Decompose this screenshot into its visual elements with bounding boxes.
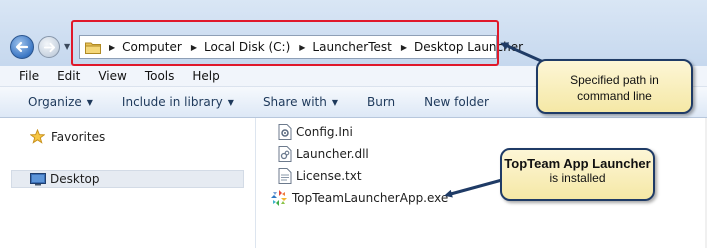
explorer-window: ▼ ▶ Computer ▶ Local Disk (C:) ▶ Launche… [0,0,707,248]
callout-launcher-line1: TopTeam App Launcher [504,156,651,171]
callout-path-line2: command line [577,89,652,103]
callout-arrows [444,42,549,198]
callout-path-line1: Specified path in [570,73,659,87]
callout-specified-path: Specified path in command line [536,59,693,114]
callout-launcher-line2: is installed [549,171,606,185]
arrow-to-launcher-exe [444,178,503,198]
callout-launcher-installed: TopTeam App Launcher is installed [500,148,655,201]
